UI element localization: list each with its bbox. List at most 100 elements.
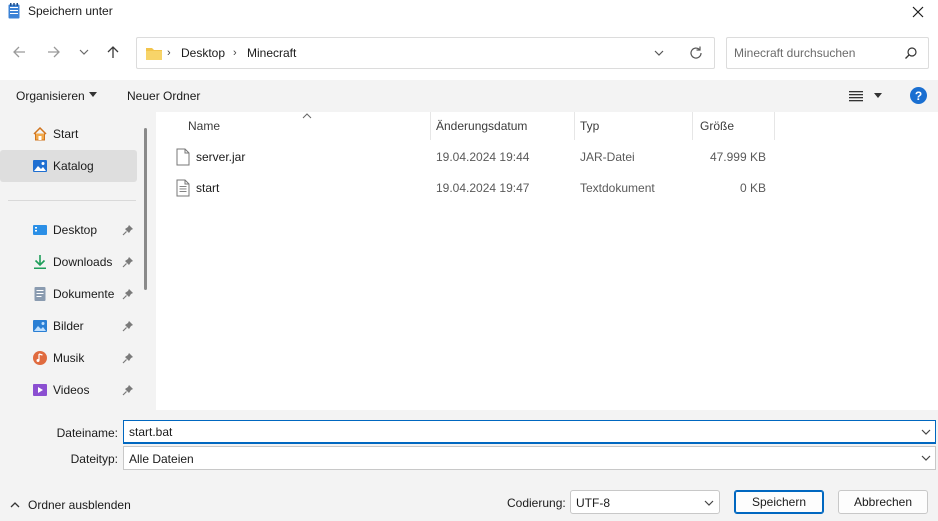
documents-icon xyxy=(34,287,46,301)
breadcrumb-separator: › xyxy=(167,47,171,59)
breadcrumb-minecraft[interactable]: Minecraft xyxy=(247,46,296,60)
chevron-down-icon[interactable] xyxy=(921,427,931,437)
encoding-value: UTF-8 xyxy=(576,496,610,510)
view-list-icon[interactable] xyxy=(849,90,863,102)
sidebar-item-label: Desktop xyxy=(53,223,98,237)
address-bar[interactable]: › Desktop › Minecraft xyxy=(136,37,715,69)
navigation-pane: Start Katalog Desktop Downloads Dokument… xyxy=(0,112,156,410)
file-date: 19.04.2024 19:47 xyxy=(436,181,530,195)
navigation-bar: › Desktop › Minecraft xyxy=(0,24,938,80)
sidebar-item-label: Start xyxy=(53,127,79,141)
sidebar-item-dokumente[interactable]: Dokumente xyxy=(0,278,137,310)
title-bar: Speichern unter xyxy=(0,0,938,24)
sidebar-item-label: Dokumente xyxy=(53,287,115,301)
music-icon xyxy=(33,351,47,365)
filename-label: Dateiname: xyxy=(56,426,118,440)
sidebar-item-start[interactable]: Start xyxy=(0,118,137,150)
back-button[interactable] xyxy=(8,41,30,63)
command-bar: Organisieren Neuer Ordner ? xyxy=(0,80,938,112)
file-size: 0 KB xyxy=(739,181,766,195)
encoding-select[interactable]: UTF-8 xyxy=(570,490,720,514)
text-file-icon xyxy=(176,179,190,197)
close-icon xyxy=(912,6,924,18)
sidebar-item-videos[interactable]: Videos xyxy=(0,374,137,406)
sidebar-item-katalog[interactable]: Katalog xyxy=(0,150,137,182)
organize-button[interactable]: Organisieren xyxy=(16,89,85,103)
file-type: JAR-Datei xyxy=(580,150,635,164)
save-button[interactable]: Speichern xyxy=(734,490,824,514)
file-list: Name Änderungsdatum Typ Größe server.jar… xyxy=(156,112,938,410)
sidebar-item-desktop[interactable]: Desktop xyxy=(0,214,137,246)
breadcrumb-separator: › xyxy=(233,47,237,59)
sidebar-item-downloads[interactable]: Downloads xyxy=(0,246,137,278)
sidebar-item-label: Bilder xyxy=(53,319,84,333)
sidebar-divider xyxy=(8,200,136,201)
window-title: Speichern unter xyxy=(28,4,113,18)
column-header-name[interactable]: Name xyxy=(172,112,430,140)
sidebar-item-label: Katalog xyxy=(53,159,94,173)
pin-icon[interactable] xyxy=(122,352,134,364)
filename-combobox[interactable] xyxy=(123,420,936,444)
column-header-type[interactable]: Typ xyxy=(574,112,692,140)
column-divider[interactable] xyxy=(774,112,775,140)
folder-icon xyxy=(146,48,162,60)
chevron-down-icon[interactable] xyxy=(653,46,665,60)
hide-folders-label: Ordner ausblenden xyxy=(28,498,131,512)
chevron-down-icon xyxy=(79,49,89,55)
file-date: 19.04.2024 19:44 xyxy=(436,150,530,164)
pin-icon[interactable] xyxy=(122,256,134,268)
encoding-label: Codierung: xyxy=(507,496,566,510)
desktop-icon xyxy=(33,225,47,235)
file-icon xyxy=(176,148,190,166)
help-button[interactable]: ? xyxy=(910,87,927,104)
gallery-icon xyxy=(33,160,47,172)
forward-button[interactable] xyxy=(43,41,65,63)
new-folder-button[interactable]: Neuer Ordner xyxy=(127,89,200,103)
videos-icon xyxy=(33,384,47,396)
sidebar-item-label: Videos xyxy=(53,383,90,397)
filetype-value: Alle Dateien xyxy=(129,452,194,466)
sidebar-item-musik[interactable]: Musik xyxy=(0,342,137,374)
chevron-down-icon xyxy=(704,500,714,506)
close-button[interactable] xyxy=(898,0,938,24)
refresh-icon[interactable] xyxy=(688,45,704,61)
search-input[interactable] xyxy=(734,46,894,60)
column-header-size[interactable]: Größe xyxy=(692,112,774,140)
up-button[interactable] xyxy=(102,41,124,63)
chevron-down-icon xyxy=(921,455,931,461)
caret-down-icon xyxy=(89,92,97,97)
sidebar-scrollbar[interactable] xyxy=(144,128,147,290)
arrow-right-icon xyxy=(48,46,60,58)
file-row[interactable]: start 19.04.2024 19:47 Textdokument 0 KB xyxy=(172,173,772,203)
chevron-up-icon xyxy=(10,502,20,508)
file-type: Textdokument xyxy=(580,181,655,195)
arrow-up-icon xyxy=(107,46,119,58)
pictures-icon xyxy=(33,320,47,332)
pin-icon[interactable] xyxy=(122,384,134,396)
cancel-button[interactable]: Abbrechen xyxy=(838,490,928,514)
pin-icon[interactable] xyxy=(122,224,134,236)
search-box[interactable] xyxy=(726,37,929,69)
file-name: server.jar xyxy=(196,150,246,164)
pin-icon[interactable] xyxy=(122,320,134,332)
notepad-icon xyxy=(8,3,20,19)
sidebar-item-bilder[interactable]: Bilder xyxy=(0,310,137,342)
download-icon xyxy=(34,255,46,269)
file-name: start xyxy=(196,181,220,195)
caret-down-icon[interactable] xyxy=(874,93,882,99)
save-form: Dateiname: Dateityp: Alle Dateien Ordner… xyxy=(0,410,938,521)
file-size: 47.999 KB xyxy=(709,150,766,164)
filename-input[interactable] xyxy=(129,425,899,439)
sidebar-item-label: Musik xyxy=(53,351,85,365)
sidebar-item-label: Downloads xyxy=(53,255,113,269)
home-icon xyxy=(33,126,47,141)
arrow-left-icon xyxy=(13,46,25,58)
filetype-label: Dateityp: xyxy=(70,452,118,466)
filetype-select[interactable]: Alle Dateien xyxy=(123,446,936,470)
column-header-date[interactable]: Änderungsdatum xyxy=(430,112,574,140)
search-icon[interactable] xyxy=(904,46,918,60)
pin-icon[interactable] xyxy=(122,288,134,300)
breadcrumb-desktop[interactable]: Desktop xyxy=(181,46,225,60)
file-row[interactable]: server.jar 19.04.2024 19:44 JAR-Datei 47… xyxy=(172,142,772,172)
recent-locations-button[interactable] xyxy=(73,41,95,63)
